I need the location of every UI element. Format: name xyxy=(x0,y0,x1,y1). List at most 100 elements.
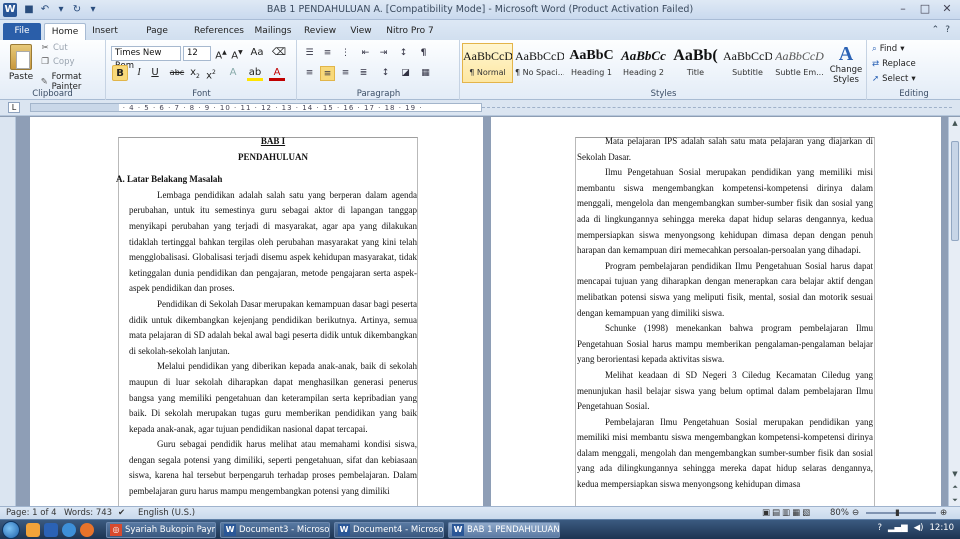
show-formatting-icon[interactable]: ¶ xyxy=(416,46,431,61)
ruler-scale[interactable]: · 2 · 1 · ▼ · 1 · 2 · 3 · 4 · 5 · 6 · 7 … xyxy=(30,103,482,112)
justify-icon[interactable]: ≣ xyxy=(356,66,371,81)
page-1-content[interactable]: BAB I PENDAHULUAN A. Latar Belakang Masa… xyxy=(116,134,417,500)
view-buttons[interactable]: ▣▤▥▦▧ xyxy=(762,508,812,518)
volume-icon[interactable]: ◀) xyxy=(914,523,924,533)
multilevel-list-icon[interactable]: ⋮ xyxy=(338,46,353,61)
tab-selector-icon[interactable]: L xyxy=(8,102,20,113)
document-page-1[interactable]: BAB I PENDAHULUAN A. Latar Belakang Masa… xyxy=(30,117,483,506)
paragraph: Melalui pendidikan yang diberikan kepada… xyxy=(129,361,417,434)
taskbar-item-active[interactable]: W BAB 1 PENDAHULUAN ... xyxy=(448,522,560,538)
close-icon[interactable]: ✕ xyxy=(940,2,954,16)
word-task-icon: W xyxy=(338,524,350,536)
chevron-down-icon: ▾ xyxy=(900,44,905,54)
sort-icon[interactable]: ↕ xyxy=(396,46,411,61)
style-no-spacing[interactable]: AaBbCcD ¶ No Spaci... xyxy=(514,43,565,83)
browser-icon[interactable] xyxy=(62,523,76,537)
style-subtle-emphasis[interactable]: AaBbCcD Subtle Em... xyxy=(774,43,825,83)
grow-font-icon[interactable]: A▲ xyxy=(213,45,229,61)
minimize-ribbon-icon[interactable]: ⌃ xyxy=(932,25,940,35)
font-name-combo[interactable]: Times New Rom xyxy=(111,46,181,71)
page-count[interactable]: Page: 1 of 4 xyxy=(6,508,57,518)
superscript-button[interactable]: x2 xyxy=(203,65,219,81)
help-icon[interactable]: ? xyxy=(945,25,950,35)
shading-icon[interactable]: ◪ xyxy=(398,66,413,81)
numbering-icon[interactable]: ≡ xyxy=(320,46,335,61)
zoom-in-icon[interactable]: ⊕ xyxy=(940,508,947,518)
bullets-icon[interactable]: ☰ xyxy=(302,46,317,61)
taskbar-item[interactable]: W Document4 - Microsoft... xyxy=(334,522,444,538)
previous-page-icon[interactable]: ⏶ xyxy=(949,481,960,493)
style-normal[interactable]: AaBbCcD ¶ Normal xyxy=(462,43,513,83)
zoom-slider-thumb[interactable]: ▮ xyxy=(895,508,900,518)
text-effects-icon[interactable]: A xyxy=(225,65,241,81)
tab-references[interactable]: References xyxy=(192,23,246,40)
scroll-thumb[interactable] xyxy=(951,141,959,241)
copy-button[interactable]: ❐ Copy xyxy=(40,57,74,67)
tab-home[interactable]: Home xyxy=(44,23,86,40)
underline-button[interactable]: U xyxy=(147,65,163,81)
minimize-icon[interactable]: – xyxy=(896,2,910,16)
tab-review[interactable]: Review xyxy=(302,23,338,40)
network-icon[interactable]: ▂▄▆ xyxy=(888,523,908,533)
subscript-button[interactable]: x2 xyxy=(187,65,203,81)
italic-button[interactable]: I xyxy=(131,65,147,81)
clock[interactable]: 12:10 xyxy=(930,523,955,533)
proofing-icon[interactable]: ✔ xyxy=(118,508,125,518)
taskbar-item[interactable]: W Document3 - Microsoft... xyxy=(220,522,330,538)
scroll-down-icon[interactable]: ▼ xyxy=(949,468,960,480)
align-right-icon[interactable]: ≡ xyxy=(338,66,353,81)
document-page-2[interactable]: Mata pelajaran IPS adalah salah satu mat… xyxy=(491,117,941,506)
start-button-icon[interactable] xyxy=(2,521,20,539)
system-tray: ? ▂▄▆ ◀) 12:10 xyxy=(878,523,955,533)
paragraph: Guru sebagai pendidik harus melihat atau… xyxy=(129,439,417,497)
zoom-level[interactable]: 80% xyxy=(830,508,849,518)
firefox-icon[interactable] xyxy=(80,523,94,537)
increase-indent-icon[interactable]: ⇥ xyxy=(376,46,391,61)
line-spacing-icon[interactable]: ↕ xyxy=(378,66,393,81)
style-title[interactable]: AaBb( Title xyxy=(670,43,721,83)
align-left-icon[interactable]: ≡ xyxy=(302,66,317,81)
taskbar-item[interactable]: ◎ Syariah Bukopin Paym... xyxy=(106,522,216,538)
chapter-number: BAB I xyxy=(260,136,286,146)
style-heading-1[interactable]: AaBbC Heading 1 xyxy=(566,43,617,83)
select-button[interactable]: ➚ Select ▾ xyxy=(872,74,916,84)
change-case-icon[interactable]: Aa xyxy=(249,45,265,61)
font-color-icon[interactable]: A xyxy=(269,65,285,81)
maximize-icon[interactable]: □ xyxy=(918,2,932,16)
tab-insert[interactable]: Insert xyxy=(90,23,120,40)
align-center-icon[interactable]: ≡ xyxy=(320,66,335,81)
cut-button[interactable]: ✂ Cut xyxy=(40,43,67,53)
zoom-out-icon[interactable]: ⊖ xyxy=(852,508,859,518)
strikethrough-button[interactable]: abc xyxy=(169,65,185,81)
media-icon[interactable] xyxy=(44,523,58,537)
vertical-scrollbar[interactable]: ▲ ▼ ⏶ ⏷ xyxy=(948,117,960,506)
find-button[interactable]: ⌕ Find ▾ xyxy=(872,44,904,54)
replace-button[interactable]: ⇄ Replace xyxy=(872,59,916,69)
tab-nitro[interactable]: Nitro Pro 7 xyxy=(386,23,434,40)
borders-icon[interactable]: ▦ xyxy=(418,66,433,81)
style-heading-2[interactable]: AaBbCc Heading 2 xyxy=(618,43,669,83)
paste-button[interactable]: Paste xyxy=(6,44,36,82)
shrink-font-icon[interactable]: A▼ xyxy=(229,45,245,61)
explorer-icon[interactable] xyxy=(26,523,40,537)
decrease-indent-icon[interactable]: ⇤ xyxy=(358,46,373,61)
word-count[interactable]: Words: 743 xyxy=(64,508,112,518)
page-2-content[interactable]: Mata pelajaran IPS adalah salah satu mat… xyxy=(577,134,873,493)
highlight-icon[interactable]: ab xyxy=(247,65,263,81)
tab-page-layout[interactable]: Page Layout xyxy=(130,23,184,52)
clear-formatting-icon[interactable]: ⌫ xyxy=(271,45,287,61)
browser-task-icon: ◎ xyxy=(110,524,122,536)
zoom-slider[interactable] xyxy=(866,512,936,514)
style-subtitle[interactable]: AaBbCcD Subtitle xyxy=(722,43,773,83)
font-group-label: Font xyxy=(192,89,211,99)
change-styles-button[interactable]: A Change Styles xyxy=(828,43,864,85)
tab-view[interactable]: View xyxy=(348,23,374,40)
tab-mailings[interactable]: Mailings xyxy=(252,23,294,40)
tab-file[interactable]: File xyxy=(3,23,41,40)
next-page-icon[interactable]: ⏷ xyxy=(949,494,960,506)
scroll-up-icon[interactable]: ▲ xyxy=(949,117,960,129)
bold-button[interactable]: B xyxy=(112,65,128,81)
language-indicator[interactable]: English (U.S.) xyxy=(138,508,195,518)
font-size-combo[interactable]: 12 xyxy=(183,46,211,61)
help-tray-icon[interactable]: ? xyxy=(878,523,883,533)
